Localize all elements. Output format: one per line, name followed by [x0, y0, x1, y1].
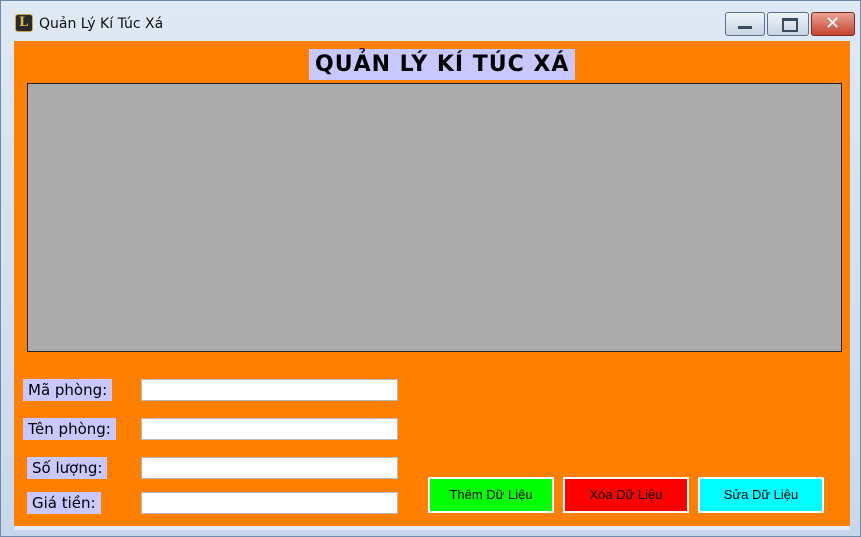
data-grid[interactable] [27, 83, 842, 352]
page-title: QUẢN LÝ KÍ TÚC XÁ [309, 49, 576, 80]
room-name-label: Tên phòng: [23, 418, 116, 440]
add-data-button[interactable]: Thêm Dữ Liệu [428, 477, 554, 513]
close-button[interactable]: ✕ [811, 12, 855, 36]
form-client-area: QUẢN LÝ KÍ TÚC XÁ Mã phòng: Tên phòng: S… [14, 41, 850, 526]
price-label: Giá tiền: [27, 492, 101, 514]
quantity-input[interactable] [141, 457, 398, 479]
maximize-icon [782, 18, 798, 32]
room-code-input[interactable] [141, 379, 398, 401]
room-name-input[interactable] [141, 418, 398, 440]
league-logo-icon: L [15, 14, 33, 32]
app-window: L Quản Lý Kí Túc Xá ✕ QUẢN LÝ KÍ TÚC XÁ … [0, 0, 861, 537]
close-icon: ✕ [825, 13, 841, 34]
quantity-label: Số lượng: [27, 457, 108, 479]
room-code-label: Mã phòng: [23, 379, 113, 401]
window-bottom-border [14, 526, 850, 530]
maximize-button[interactable] [767, 12, 809, 36]
delete-data-button[interactable]: Xóa Dữ Liệu [563, 477, 689, 513]
price-input[interactable] [141, 492, 398, 514]
minimize-icon [738, 26, 752, 29]
title-bar[interactable]: L Quản Lý Kí Túc Xá ✕ [1, 1, 860, 39]
window-title: Quản Lý Kí Túc Xá [39, 16, 164, 32]
edit-data-button[interactable]: Sửa Dữ Liệu [698, 477, 824, 513]
minimize-button[interactable] [725, 12, 765, 36]
